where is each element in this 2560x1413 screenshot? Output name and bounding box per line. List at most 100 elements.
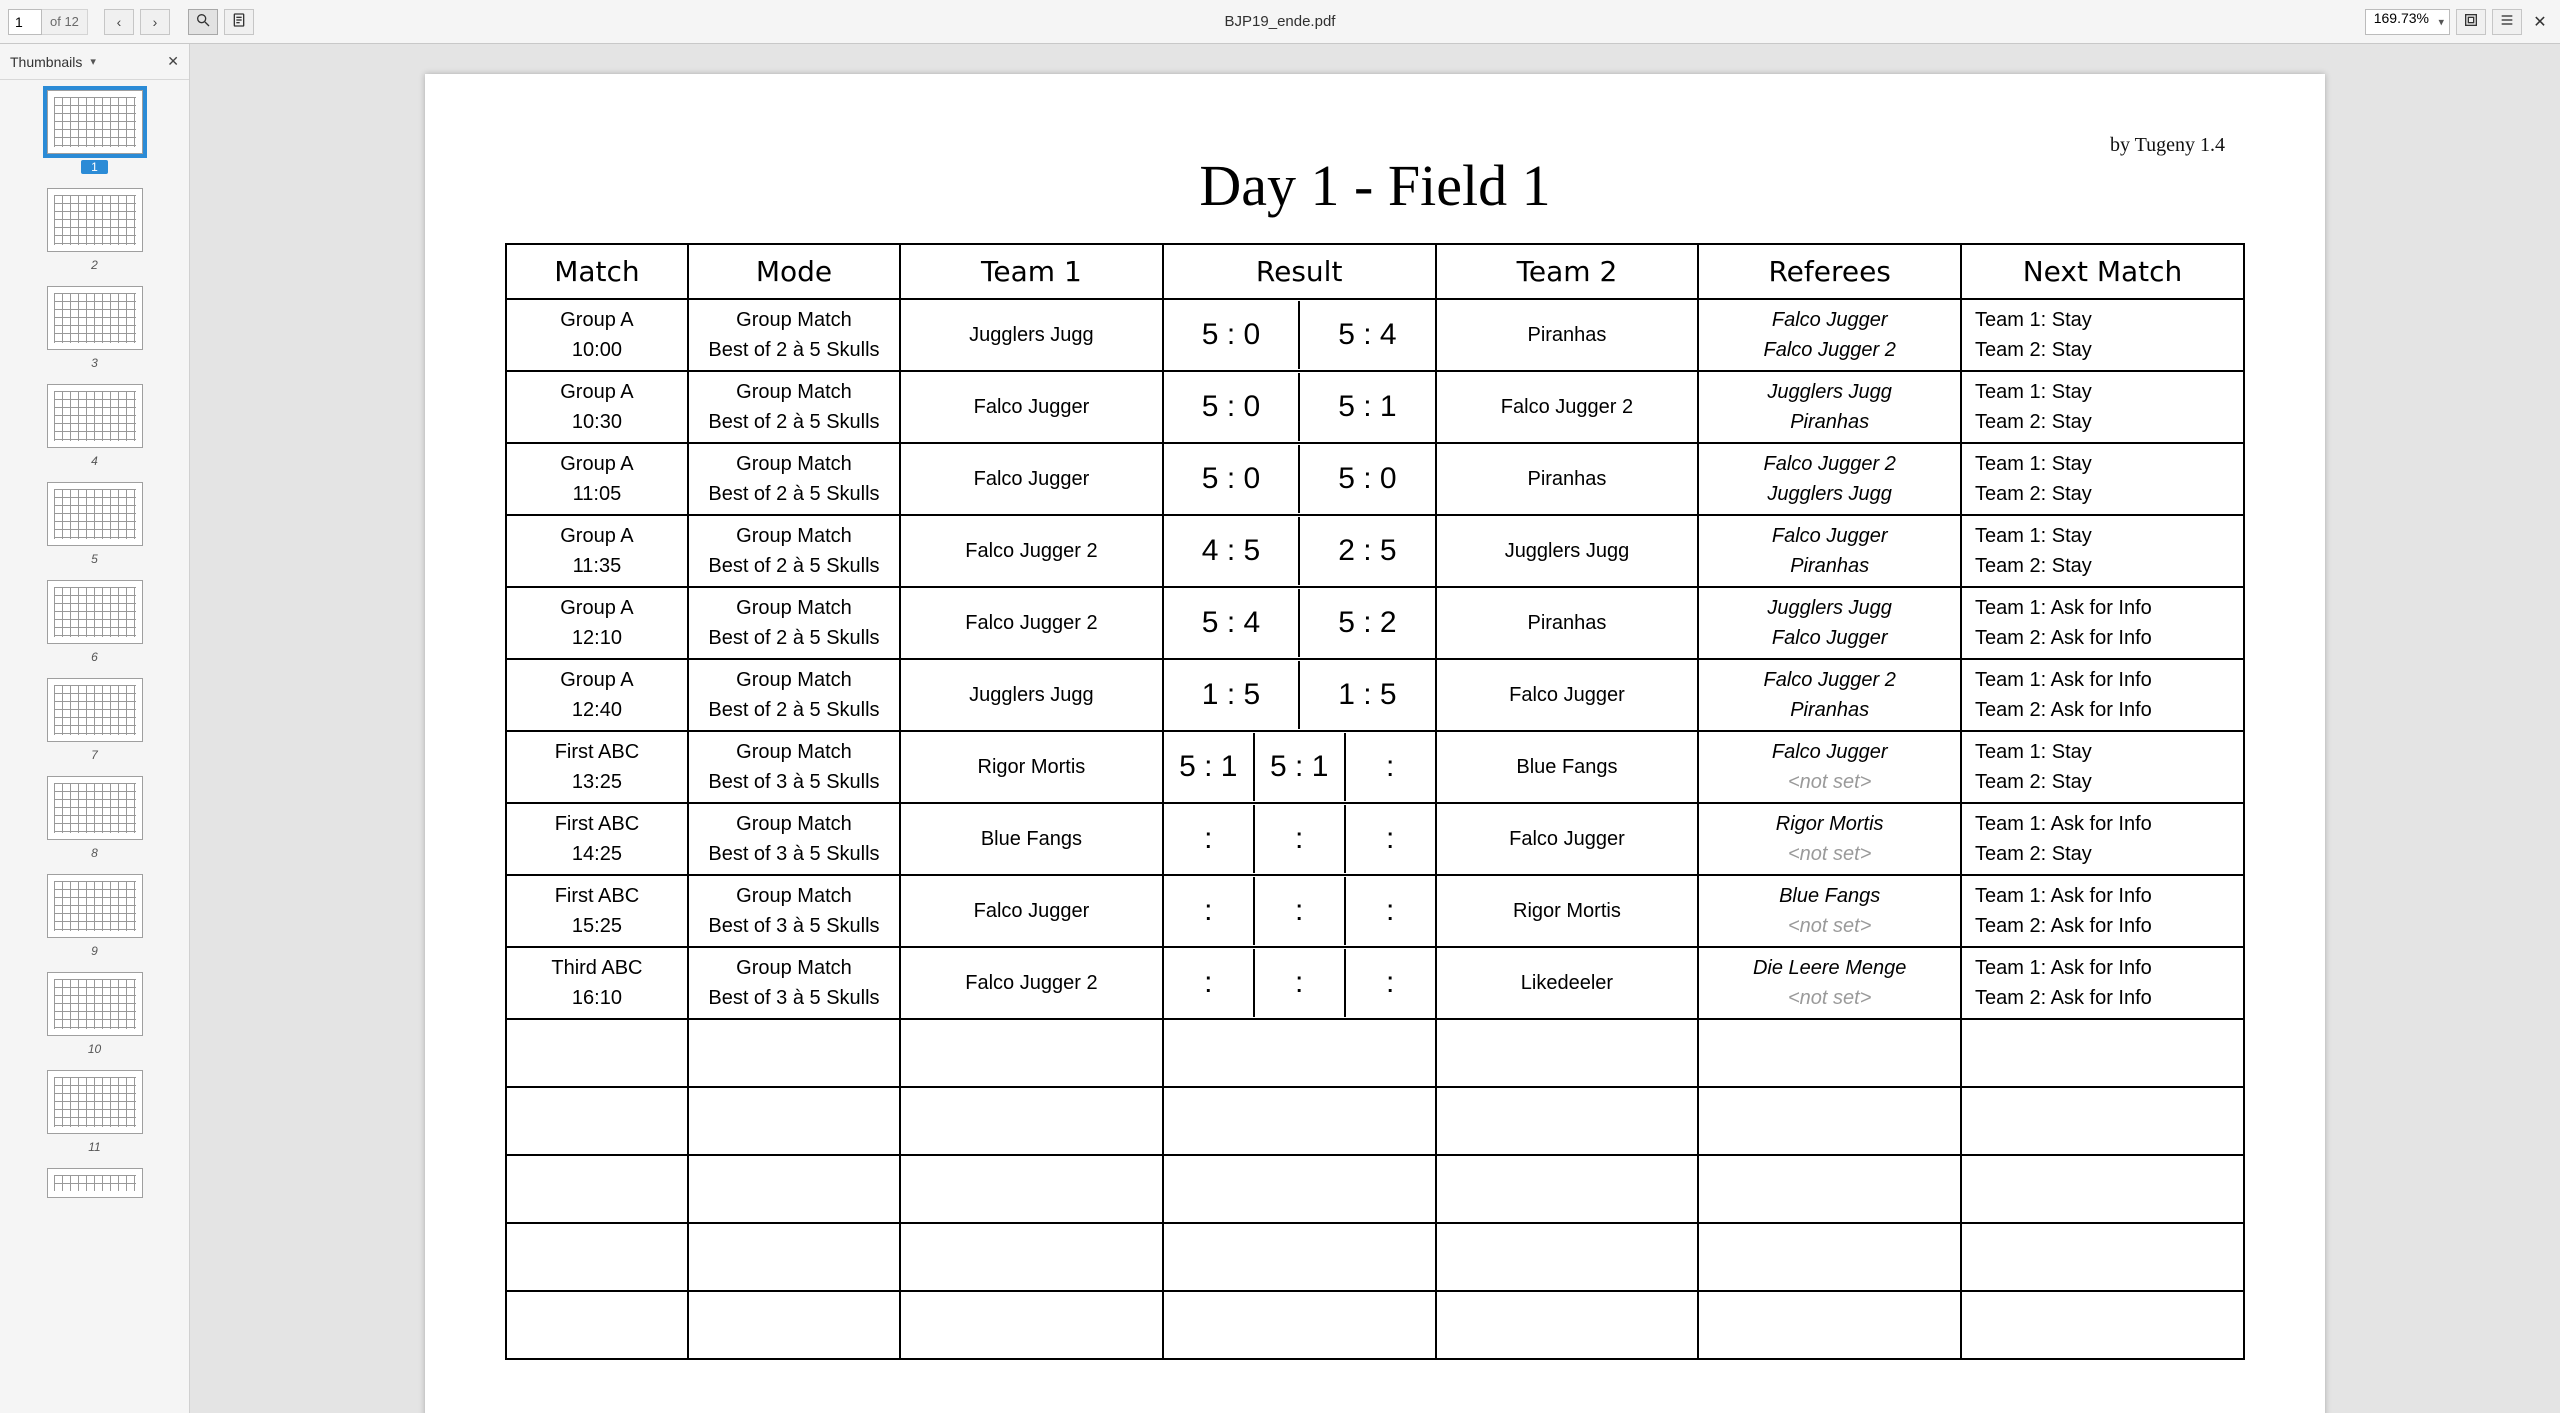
thumbnail-image [47,678,143,742]
table-row-empty [506,1291,2244,1359]
thumbnail-image [47,90,143,154]
mode-cell: Group MatchBest of 3 à 5 Skulls [690,733,898,801]
thumbnail[interactable]: 2 [0,188,189,272]
result-cell: ::: [1164,805,1435,873]
next-match-cell: Team 1: Ask for InfoTeam 2: Ask for Info [1963,877,2242,945]
prev-page-button[interactable]: ‹ [104,9,134,35]
match-cell: Group A10:00 [508,301,686,369]
toolbar-right: 169.73% ▾ ✕ [2365,9,2552,35]
match-cell: Group A10:30 [508,373,686,441]
search-button[interactable] [188,9,218,35]
close-button[interactable]: ✕ [2528,12,2552,32]
column-header: Match [506,244,688,299]
match-cell: First ABC13:25 [508,733,686,801]
team1-cell: Falco Jugger 2 [902,517,1161,585]
document-properties-button[interactable] [224,9,254,35]
table-row-empty [506,1019,2244,1087]
page-number-input[interactable] [8,9,42,35]
table-row: First ABC15:25Group MatchBest of 3 à 5 S… [506,875,2244,947]
next-match-cell: Team 1: Ask for InfoTeam 2: Ask for Info [1963,661,2242,729]
next-match-cell: Team 1: Ask for InfoTeam 2: Stay [1963,805,2242,873]
table-row-empty [506,1223,2244,1291]
thumbnail-page-number: 4 [91,454,98,468]
thumbnail-list[interactable]: 1 2 3 4 5 6 7 8 9 10 11 [0,80,189,1413]
team1-cell: Falco Jugger [902,877,1161,945]
close-icon: ✕ [2533,14,2546,31]
mode-cell: Group MatchBest of 2 à 5 Skulls [690,373,898,441]
team2-cell: Blue Fangs [1438,733,1697,801]
sidebar: Thumbnails ▾ ✕ 1 2 3 4 5 6 7 [0,44,190,1413]
result-cell: 1 : 51 : 5 [1164,661,1435,729]
thumbnail-image [47,188,143,252]
fit-page-icon [2463,12,2479,31]
thumbnail-page-number: 10 [88,1042,101,1056]
team1-cell: Rigor Mortis [902,733,1161,801]
match-cell: First ABC15:25 [508,877,686,945]
team1-cell: Jugglers Jugg [902,301,1161,369]
referees-cell: Falco Jugger 2Piranhas [1700,661,1959,729]
thumbnail[interactable]: 11 [0,1070,189,1154]
table-row-empty [506,1155,2244,1223]
next-page-button[interactable]: › [140,9,170,35]
result-cell: ::: [1164,877,1435,945]
team2-cell: Piranhas [1438,301,1697,369]
column-header: Referees [1698,244,1961,299]
result-cell: ::: [1164,949,1435,1017]
thumbnail[interactable]: 9 [0,874,189,958]
thumbnail-image [47,972,143,1036]
menu-button[interactable] [2492,9,2522,35]
thumbnail[interactable]: 1 [0,90,189,174]
thumbnail-page-number: 1 [81,160,108,174]
column-header: Mode [688,244,900,299]
team2-cell: Jugglers Jugg [1438,517,1697,585]
thumbnail[interactable]: 5 [0,482,189,566]
thumbnail[interactable]: 6 [0,580,189,664]
search-icon [195,12,211,31]
next-match-cell: Team 1: StayTeam 2: Stay [1963,301,2242,369]
thumbnail-image [47,1070,143,1134]
next-match-cell: Team 1: StayTeam 2: Stay [1963,445,2242,513]
team2-cell: Piranhas [1438,445,1697,513]
thumbnail[interactable]: 4 [0,384,189,468]
next-match-cell: Team 1: Ask for InfoTeam 2: Ask for Info [1963,589,2242,657]
thumbnail-page-number: 7 [91,748,98,762]
referees-cell: Jugglers JuggFalco Jugger [1700,589,1959,657]
match-cell: Group A12:10 [508,589,686,657]
column-header: Team 1 [900,244,1163,299]
mode-cell: Group MatchBest of 3 à 5 Skulls [690,949,898,1017]
match-cell: Group A11:05 [508,445,686,513]
document-title: BJP19_ende.pdf [1225,13,1336,30]
thumbnail[interactable]: 7 [0,678,189,762]
team2-cell: Likedeeler [1438,949,1697,1017]
page-title: Day 1 - Field 1 [505,152,2245,219]
result-cell: 5 : 05 : 1 [1164,373,1435,441]
thumbnail[interactable]: 3 [0,286,189,370]
table-row: Third ABC16:10Group MatchBest of 3 à 5 S… [506,947,2244,1019]
mode-cell: Group MatchBest of 3 à 5 Skulls [690,805,898,873]
fit-page-button[interactable] [2456,9,2486,35]
table-row: Group A11:05Group MatchBest of 2 à 5 Sku… [506,443,2244,515]
thumbnail[interactable] [0,1168,189,1198]
table-row: Group A12:10Group MatchBest of 2 à 5 Sku… [506,587,2244,659]
content-area: Thumbnails ▾ ✕ 1 2 3 4 5 6 7 [0,44,2560,1413]
zoom-select[interactable]: 169.73% ▾ [2365,9,2450,35]
referees-cell: Rigor Mortis<not set> [1700,805,1959,873]
column-header: Next Match [1961,244,2244,299]
sidebar-label[interactable]: Thumbnails [10,54,82,70]
thumbnail[interactable]: 8 [0,776,189,860]
match-cell: Group A12:40 [508,661,686,729]
referees-cell: Falco JuggerFalco Jugger 2 [1700,301,1959,369]
thumbnail-page-number: 3 [91,356,98,370]
mode-cell: Group MatchBest of 2 à 5 Skulls [690,589,898,657]
result-cell: 5 : 15 : 1: [1164,733,1435,801]
match-cell: Group A11:35 [508,517,686,585]
team2-cell: Piranhas [1438,589,1697,657]
team2-cell: Falco Jugger 2 [1438,373,1697,441]
document-icon [231,12,247,31]
table-row: First ABC13:25Group MatchBest of 3 à 5 S… [506,731,2244,803]
page-viewport[interactable]: by Tugeny 1.4 Day 1 - Field 1 MatchModeT… [190,44,2560,1413]
mode-cell: Group MatchBest of 3 à 5 Skulls [690,877,898,945]
table-row: Group A10:00Group MatchBest of 2 à 5 Sku… [506,299,2244,371]
sidebar-close-button[interactable]: ✕ [167,53,179,70]
thumbnail[interactable]: 10 [0,972,189,1056]
